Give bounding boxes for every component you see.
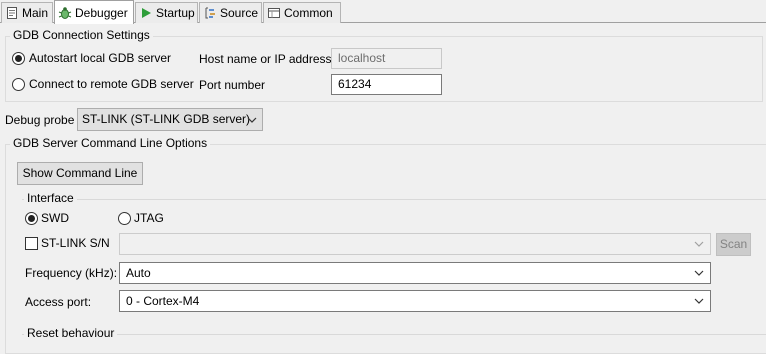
tab-startup-label: Startup [156,6,195,20]
debugger-bug-icon [58,6,72,20]
access-port-select[interactable]: 0 - Cortex-M4 [119,290,711,312]
stlink-sn-select[interactable] [119,233,711,255]
host-field[interactable]: localhost [331,48,442,69]
tab-source-label: Source [220,6,259,20]
gdb-server-options-title: GDB Server Command Line Options [10,136,211,151]
debug-probe-label: Debug probe [5,113,75,127]
jtag-radio[interactable] [118,212,131,225]
interface-separator [22,199,766,200]
tab-main-label: Main [22,6,49,20]
chevron-down-icon [247,117,257,123]
scan-button[interactable]: Scan [716,233,751,256]
reset-behaviour-title: Reset behaviour [24,326,118,341]
tab-debugger[interactable]: Debugger [54,0,134,24]
autostart-radio[interactable] [12,52,25,65]
gdb-connection-title: GDB Connection Settings [10,28,153,43]
access-port-value: 0 - Cortex-M4 [126,294,200,308]
stlink-sn-checkbox[interactable] [25,237,38,250]
tab-common-label: Common [284,6,333,20]
source-icon [203,6,217,20]
frequency-label: Frequency (kHz): [25,266,118,280]
port-field[interactable]: 61234 [331,74,442,95]
tab-debugger-label: Debugger [75,5,128,20]
reset-behaviour-separator [22,334,766,335]
tab-source[interactable]: Source [199,2,262,23]
stlink-sn-label: ST-LINK S/N [41,236,110,250]
swd-radio[interactable] [25,212,38,225]
jtag-label: JTAG [134,211,164,225]
access-port-label: Access port: [25,295,92,309]
autostart-label: Autostart local GDB server [29,51,172,65]
interface-title: Interface [24,191,77,206]
port-label: Port number [199,78,266,92]
startup-play-icon [139,6,153,20]
frequency-value: Auto [126,266,151,280]
main-tab-icon [5,6,19,20]
chevron-down-icon [694,270,704,276]
launch-config-tabbar: Main Debugger Startup Source Common [0,0,766,24]
debug-probe-value: ST-LINK (ST-LINK GDB server) [82,112,251,126]
tab-common[interactable]: Common [263,2,341,23]
chevron-down-icon [694,241,704,247]
common-icon [267,6,281,20]
show-command-line-button[interactable]: Show Command Line [17,162,143,185]
host-label: Host name or IP address [199,52,332,66]
swd-label: SWD [41,211,69,225]
tab-startup[interactable]: Startup [135,2,198,23]
remote-radio[interactable] [12,78,25,91]
debug-probe-select[interactable]: ST-LINK (ST-LINK GDB server) [77,108,263,131]
chevron-down-icon [694,298,704,304]
remote-label: Connect to remote GDB server [29,77,194,91]
tab-main[interactable]: Main [1,2,53,23]
frequency-select[interactable]: Auto [119,262,711,284]
